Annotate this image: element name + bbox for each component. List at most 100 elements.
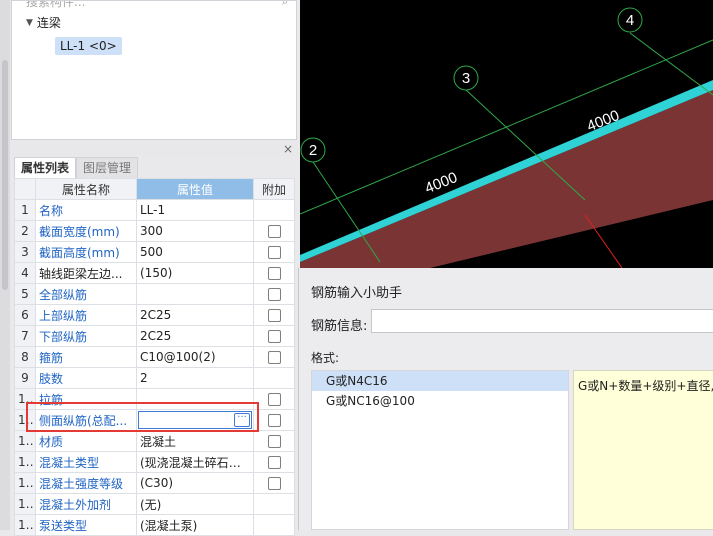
extra-checkbox[interactable] bbox=[267, 456, 281, 469]
row-index: 14 bbox=[14, 472, 36, 494]
property-value[interactable]: (现浇混凝土碎石<... bbox=[136, 451, 254, 473]
table-row[interactable]: 12 材质 混凝土 bbox=[14, 430, 295, 452]
row-index: 13 bbox=[14, 451, 36, 473]
expand-triangle-icon[interactable]: ▼ bbox=[26, 18, 33, 28]
row-index: 4 bbox=[14, 262, 36, 284]
property-name: 材质 bbox=[35, 430, 137, 452]
property-value[interactable]: 500 bbox=[136, 241, 254, 263]
row-index: 1 bbox=[14, 199, 36, 221]
row-index: 12 bbox=[14, 430, 36, 452]
axis-label-4: 4 bbox=[626, 12, 634, 29]
extra-checkbox[interactable] bbox=[267, 267, 281, 280]
cad-drawing-canvas[interactable]: 2 3 4 4000 4000 bbox=[300, 0, 713, 268]
table-row[interactable]: 13 混凝土类型 (现浇混凝土碎石<... bbox=[14, 451, 295, 473]
table-row[interactable]: 14 混凝土强度等级 (C30) bbox=[14, 472, 295, 494]
property-value[interactable] bbox=[136, 283, 254, 305]
extra-checkbox[interactable] bbox=[267, 351, 281, 364]
left-scroll-strip[interactable] bbox=[0, 0, 10, 530]
property-value[interactable]: (C30) bbox=[136, 472, 254, 494]
table-row[interactable]: 15 混凝土外加剂 (无) bbox=[14, 493, 295, 515]
row-index: 9 bbox=[14, 367, 36, 389]
property-value[interactable]: (无) bbox=[136, 493, 254, 515]
row-index: 8 bbox=[14, 346, 36, 368]
extra-checkbox[interactable] bbox=[267, 288, 281, 301]
row-index: 16 bbox=[14, 514, 36, 536]
extra-cell bbox=[253, 409, 295, 431]
beam-body[interactable] bbox=[300, 90, 713, 268]
extra-cell bbox=[253, 220, 295, 242]
extra-checkbox[interactable] bbox=[267, 246, 281, 259]
table-row[interactable]: 16 泵送类型 (混凝土泵) bbox=[14, 514, 295, 536]
extra-cell bbox=[253, 451, 295, 473]
header-property-value[interactable]: 属性值 bbox=[136, 178, 254, 200]
table-row[interactable]: 1 名称 LL-1 bbox=[14, 199, 295, 221]
property-value[interactable]: (150) bbox=[136, 262, 254, 284]
extra-cell bbox=[253, 346, 295, 368]
tab-layer-manager[interactable]: 图层管理 bbox=[76, 157, 139, 178]
table-row[interactable]: 4 轴线距梁左边... (150) bbox=[14, 262, 295, 284]
tree-node-root[interactable]: ▼ 连梁 bbox=[26, 14, 61, 31]
rebar-input-assistant-dialog: 钢筋输入小助手 钢筋信息: 格式: G或N4C16 G或NC16@100 G或N… bbox=[298, 268, 713, 530]
panel-splitter[interactable]: × bbox=[11, 142, 297, 156]
extra-cell bbox=[253, 514, 295, 536]
close-icon[interactable]: × bbox=[283, 142, 293, 156]
row-index: 2 bbox=[14, 220, 36, 242]
property-value[interactable]: 2C25 bbox=[136, 304, 254, 326]
scrollbar-thumb[interactable] bbox=[2, 60, 8, 290]
tree-node-child[interactable]: LL-1 <0> bbox=[55, 37, 122, 55]
extra-cell bbox=[253, 325, 295, 347]
row-index: 7 bbox=[14, 325, 36, 347]
extra-cell bbox=[253, 493, 295, 515]
property-value[interactable]: 2C25 bbox=[136, 325, 254, 347]
header-extra[interactable]: 附加 bbox=[253, 178, 295, 200]
extra-cell bbox=[253, 430, 295, 452]
property-value[interactable]: 2 bbox=[136, 367, 254, 389]
table-row[interactable]: 2 截面宽度(mm) 300 bbox=[14, 220, 295, 242]
extra-cell bbox=[253, 262, 295, 284]
property-name: 泵送类型 bbox=[35, 514, 137, 536]
table-row[interactable]: 3 截面高度(mm) 500 bbox=[14, 241, 295, 263]
table-row[interactable]: 6 上部纵筋 2C25 bbox=[14, 304, 295, 326]
cad-drawing[interactable]: 2 3 4 4000 4000 bbox=[300, 0, 713, 268]
axis-line-4 bbox=[629, 32, 713, 96]
property-name: 全部纵筋 bbox=[35, 283, 137, 305]
table-row[interactable]: 7 下部纵筋 2C25 bbox=[14, 325, 295, 347]
extra-checkbox[interactable] bbox=[267, 414, 281, 427]
format-item[interactable]: G或NC16@100 bbox=[312, 391, 568, 411]
property-name: 下部纵筋 bbox=[35, 325, 137, 347]
property-value[interactable]: (混凝土泵) bbox=[136, 514, 254, 536]
row-index: 3 bbox=[14, 241, 36, 263]
format-label: 格式: bbox=[311, 351, 340, 365]
rebar-info-input[interactable] bbox=[371, 309, 713, 333]
dialog-title: 钢筋输入小助手 bbox=[311, 286, 403, 301]
property-name: 截面宽度(mm) bbox=[35, 220, 137, 242]
extra-cell bbox=[253, 388, 295, 410]
property-name: 名称 bbox=[35, 199, 137, 221]
extra-checkbox[interactable] bbox=[267, 393, 281, 406]
extra-cell bbox=[253, 241, 295, 263]
property-name: 轴线距梁左边... bbox=[35, 262, 137, 284]
property-value[interactable]: 混凝土 bbox=[136, 430, 254, 452]
tab-property-list[interactable]: 属性列表 bbox=[14, 157, 77, 178]
header-property-name[interactable]: 属性名称 bbox=[35, 178, 137, 200]
extra-checkbox[interactable] bbox=[267, 225, 281, 238]
extra-checkbox[interactable] bbox=[267, 477, 281, 490]
table-row[interactable]: 8 箍筋 C10@100(2) bbox=[14, 346, 295, 368]
axis-label-2: 2 bbox=[309, 142, 317, 159]
format-list[interactable]: G或N4C16 G或NC16@100 bbox=[311, 370, 569, 530]
search-icon[interactable]: ⌕ bbox=[282, 1, 288, 9]
extra-cell bbox=[253, 283, 295, 305]
property-value[interactable]: C10@100(2) bbox=[136, 346, 254, 368]
extra-checkbox[interactable] bbox=[267, 309, 281, 322]
extra-checkbox[interactable] bbox=[267, 330, 281, 343]
table-row[interactable]: 5 全部纵筋 bbox=[14, 283, 295, 305]
property-value[interactable]: LL-1 bbox=[136, 199, 254, 221]
search-input[interactable]: 搜索构件... ⌕ bbox=[12, 1, 298, 9]
format-item[interactable]: G或N4C16 bbox=[312, 371, 568, 391]
table-row[interactable]: 9 肢数 2 bbox=[14, 367, 295, 389]
component-tree-panel: 搜索构件... ⌕ ▼ 连梁 LL-1 <0> bbox=[11, 0, 297, 140]
extra-checkbox[interactable] bbox=[267, 435, 281, 448]
property-value[interactable]: 300 bbox=[136, 220, 254, 242]
property-name: 混凝土强度等级 bbox=[35, 472, 137, 494]
row-index: 15 bbox=[14, 493, 36, 515]
